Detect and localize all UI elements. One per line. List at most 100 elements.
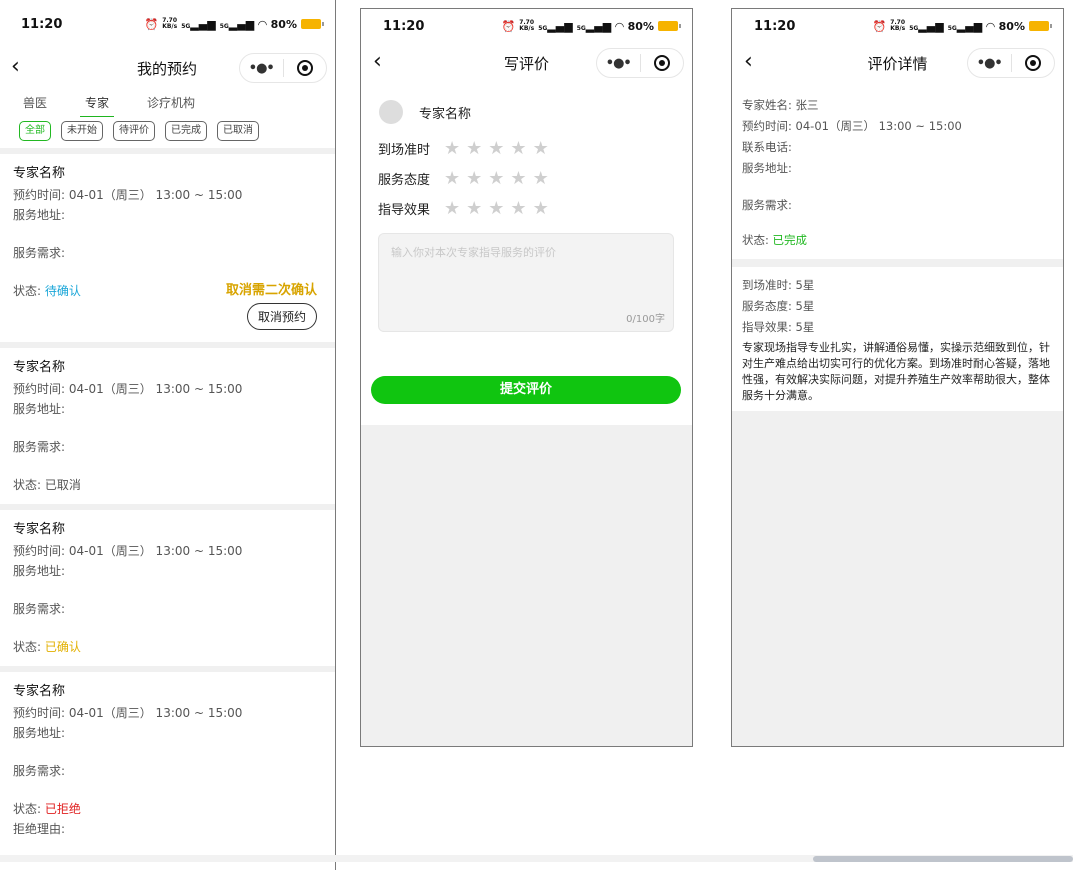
- star-icon[interactable]: ★: [488, 138, 504, 159]
- battery-icon: [301, 19, 321, 29]
- appointment-card[interactable]: 专家名称 预约时间: 04-01（周三） 13:00 ~ 15:00 服务地址:…: [0, 510, 335, 666]
- target-icon: [1025, 55, 1041, 71]
- star-icon[interactable]: ★: [533, 138, 549, 159]
- service-requirement: 服务需求:: [13, 243, 321, 263]
- service-address: 服务地址:: [742, 158, 1053, 179]
- category-tabs: 兽医 专家 诊疗机构: [0, 88, 335, 118]
- time-label: 预约时间:: [13, 706, 65, 720]
- time-label: 预约时间:: [13, 544, 65, 558]
- section-divider: [732, 259, 1063, 267]
- rating-attitude: 服务态度: 5星: [742, 296, 1053, 317]
- back-arrow-icon[interactable]: ‹: [744, 49, 753, 74]
- status-bar: 11:20 ⏰ 7.70KB/s 5G▂▄▆ 5G▂▄▆ ◠ 80%: [361, 9, 692, 43]
- reject-reason: 拒绝理由:: [13, 819, 321, 839]
- star-icon[interactable]: ★: [533, 168, 549, 189]
- page-background: [361, 425, 692, 746]
- submit-review-button[interactable]: 提交评价: [371, 376, 681, 404]
- star-icon[interactable]: ★: [444, 168, 460, 189]
- appointment-time: 预约时间: 04-01（周三） 13:00 ~ 15:00: [13, 541, 321, 561]
- wifi-icon: ◠: [258, 18, 266, 31]
- signal2-icon: 5G▂▄▆: [220, 18, 255, 31]
- service-address: 服务地址:: [13, 723, 321, 743]
- filter-to-review[interactable]: 待评价: [113, 121, 155, 141]
- star-icon[interactable]: ★: [510, 168, 526, 189]
- tab-expert[interactable]: 专家: [85, 94, 109, 114]
- appointment-status: 状态: 已拒绝: [13, 799, 321, 819]
- star-icon[interactable]: ★: [466, 198, 482, 219]
- filter-not-started[interactable]: 未开始: [61, 121, 103, 141]
- service-requirement: 服务需求:: [13, 437, 321, 457]
- service-address: 服务地址:: [13, 205, 321, 225]
- filter-completed[interactable]: 已完成: [165, 121, 207, 141]
- service-requirement: 服务需求:: [742, 195, 1053, 216]
- star-rating[interactable]: ★ ★ ★ ★ ★: [444, 198, 549, 219]
- avatar: [379, 100, 403, 124]
- appointment-status: 状态: 已完成: [742, 230, 1053, 251]
- appointment-status: 状态: 已确认: [13, 637, 321, 657]
- close-miniprogram-button[interactable]: [641, 55, 684, 71]
- close-miniprogram-button[interactable]: [1012, 55, 1055, 71]
- close-miniprogram-button[interactable]: [284, 60, 327, 76]
- net1-label: 5G: [909, 26, 918, 32]
- star-icon[interactable]: ★: [533, 198, 549, 219]
- time-label: 预约时间:: [13, 382, 65, 396]
- tab-vet[interactable]: 兽医: [23, 94, 47, 114]
- service-address: 服务地址:: [13, 399, 321, 419]
- review-text: 专家现场指导专业扎实，讲解通俗易懂，实操示范细致到位，针对生产难点给出切实可行的…: [742, 340, 1053, 404]
- star-rating[interactable]: ★ ★ ★ ★ ★: [444, 138, 549, 159]
- cancel-appointment-button[interactable]: 取消预约: [247, 303, 317, 330]
- status-label: 状态:: [742, 233, 769, 247]
- mini-program-capsule: •●•: [967, 48, 1055, 78]
- more-menu-icon[interactable]: •●•: [240, 61, 283, 76]
- star-icon[interactable]: ★: [510, 138, 526, 159]
- review-detail: 到场准时: 5星 服务态度: 5星 指导效果: 5星 专家现场指导专业扎实，讲解…: [732, 267, 1063, 410]
- scrollbar-thumb[interactable]: [813, 856, 1073, 862]
- star-icon[interactable]: ★: [466, 168, 482, 189]
- status-value: 已完成: [773, 233, 808, 247]
- more-menu-icon[interactable]: •●•: [968, 56, 1011, 71]
- status-label: 状态:: [13, 284, 41, 298]
- star-icon[interactable]: ★: [510, 198, 526, 219]
- expert-row: 专家名称: [361, 83, 692, 127]
- tab-clinic[interactable]: 诊疗机构: [147, 94, 195, 114]
- status-label: 状态:: [13, 640, 41, 654]
- rating-label: 服务态度: [378, 169, 444, 188]
- time-value: 04-01（周三） 13:00 ~ 15:00: [69, 188, 243, 202]
- signal-icon: 5G▂▄▆: [538, 20, 573, 33]
- appointment-card[interactable]: 专家名称 预约时间: 04-01（周三） 13:00 ~ 15:00 服务地址:…: [0, 154, 335, 342]
- filter-all[interactable]: 全部: [19, 121, 51, 141]
- rating-effect: 指导效果: 5星: [742, 317, 1053, 338]
- appointment-detail: 专家姓名: 张三 预约时间: 04-01（周三） 13:00 ~ 15:00 联…: [732, 83, 1063, 251]
- alarm-icon: ⏰: [501, 20, 515, 33]
- star-icon[interactable]: ★: [488, 198, 504, 219]
- status-time: 11:20: [21, 17, 62, 32]
- status-value: 已确认: [45, 640, 81, 654]
- net2-label: 5G: [220, 24, 229, 30]
- back-arrow-icon[interactable]: ‹: [11, 54, 20, 79]
- status-value: 已拒绝: [45, 802, 81, 816]
- status-filters: 全部 未开始 待评价 已完成 已取消: [0, 118, 335, 148]
- time-value: 04-01（周三） 13:00 ~ 15:00: [69, 382, 243, 396]
- net1-label: 5G: [181, 24, 190, 30]
- signal-icon: 5G▂▄▆: [909, 20, 944, 33]
- service-address: 服务地址:: [13, 561, 321, 581]
- target-icon: [297, 60, 313, 76]
- appointment-time: 预约时间: 04-01（周三） 13:00 ~ 15:00: [13, 379, 321, 399]
- star-icon[interactable]: ★: [444, 198, 460, 219]
- page-title: 写评价: [504, 53, 549, 74]
- back-arrow-icon[interactable]: ‹: [373, 49, 382, 74]
- star-icon[interactable]: ★: [488, 168, 504, 189]
- more-menu-icon[interactable]: •●•: [597, 56, 640, 71]
- star-icon[interactable]: ★: [466, 138, 482, 159]
- horizontal-scrollbar[interactable]: [0, 855, 1073, 862]
- wifi-icon: ◠: [615, 20, 623, 33]
- nav-bar: ‹ 写评价 •●•: [361, 43, 692, 83]
- star-rating[interactable]: ★ ★ ★ ★ ★: [444, 168, 549, 189]
- filter-cancelled[interactable]: 已取消: [217, 121, 259, 141]
- rating-effect: 指导效果 ★★★★★: [361, 193, 692, 223]
- star-icon[interactable]: ★: [444, 138, 460, 159]
- appointment-card[interactable]: 专家名称 预约时间: 04-01（周三） 13:00 ~ 15:00 服务地址:…: [0, 348, 335, 504]
- status-time: 11:20: [754, 19, 795, 34]
- appointment-card[interactable]: 专家名称 预约时间: 04-01（周三） 13:00 ~ 15:00 服务地址:…: [0, 672, 335, 852]
- review-textarea[interactable]: 输入你对本次专家指导服务的评价 0/100字: [378, 233, 674, 332]
